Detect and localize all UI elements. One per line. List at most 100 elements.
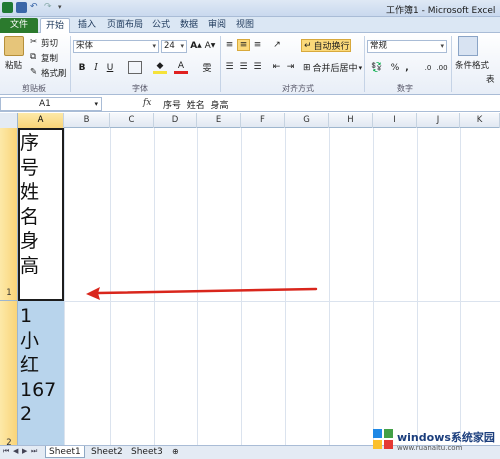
formula-input[interactable]: 序号 姓名 身高 <box>163 98 228 111</box>
cell-line: 身 <box>20 230 40 252</box>
format-painter-icon[interactable]: ✎ <box>30 67 37 77</box>
column-header-d[interactable]: D <box>154 113 197 128</box>
phonetic-icon[interactable]: 雯 <box>200 61 214 74</box>
cell-line: 号 <box>20 156 40 179</box>
italic-icon[interactable]: I <box>90 61 102 74</box>
gridline <box>329 128 330 445</box>
column-header-c[interactable]: C <box>110 113 154 128</box>
format-painter-button[interactable]: 格式刷 <box>41 67 67 79</box>
column-header-k[interactable]: K <box>460 113 500 128</box>
name-box[interactable]: A1 ▾ <box>0 97 102 111</box>
prev-sheet-icon[interactable]: ◀ <box>13 447 18 455</box>
font-size-value: 24 <box>164 41 175 51</box>
chevron-down-icon[interactable]: ▾ <box>152 41 156 52</box>
spreadsheet-grid: A B C D E F G H I J K 1 2 序 号 姓 名 身 高 1 … <box>0 113 500 445</box>
column-header-a[interactable]: A <box>18 113 64 128</box>
cell-line: 小 <box>20 329 40 352</box>
gridline <box>64 128 65 445</box>
borders-icon[interactable] <box>128 61 142 74</box>
align-middle-icon[interactable]: ≡ <box>237 39 250 51</box>
cut-button[interactable]: 剪切 <box>41 37 58 49</box>
fill-color-icon[interactable]: ◆ <box>153 61 167 74</box>
number-group-label: 数字 <box>397 84 413 93</box>
bold-icon[interactable]: B <box>76 61 88 74</box>
column-header-g[interactable]: G <box>285 113 329 128</box>
font-color-icon[interactable]: A <box>174 61 188 74</box>
cut-icon[interactable]: ✂ <box>30 37 37 47</box>
sheet-tab-1[interactable]: Sheet1 <box>45 446 85 458</box>
comma-style-icon[interactable]: , <box>402 61 412 74</box>
merge-center-button[interactable]: ⊞ 合并后居中 ▾ <box>301 61 364 75</box>
decrease-decimal-icon[interactable]: .00 <box>436 61 448 74</box>
conditional-format-button[interactable]: 条件格式 <box>455 59 489 71</box>
column-header-h[interactable]: H <box>329 113 373 128</box>
format-as-table-button[interactable]: 表 <box>486 73 495 85</box>
align-left-icon[interactable]: ☰ <box>223 61 236 73</box>
row-header-1[interactable]: 1 <box>0 128 18 301</box>
tab-review[interactable]: 审阅 <box>206 18 228 33</box>
column-header-j[interactable]: J <box>417 113 460 128</box>
column-header-e[interactable]: E <box>197 113 241 128</box>
gridline <box>373 128 374 445</box>
chevron-down-icon[interactable]: ▾ <box>94 98 98 110</box>
tab-home[interactable]: 开始 <box>40 18 70 33</box>
conditional-format-icon[interactable] <box>458 36 478 56</box>
save-icon[interactable] <box>16 2 27 13</box>
column-header-b[interactable]: B <box>64 113 110 128</box>
cell-line: 红 <box>20 354 40 376</box>
align-top-icon[interactable]: ≡ <box>223 39 236 51</box>
sheet-tab-3[interactable]: Sheet3 <box>128 446 166 458</box>
select-all-corner[interactable] <box>0 113 18 128</box>
font-group-label: 字体 <box>132 84 148 93</box>
last-sheet-icon[interactable]: ⏭ <box>31 447 37 456</box>
tab-view[interactable]: 视图 <box>234 18 256 33</box>
next-sheet-icon[interactable]: ▶ <box>22 447 27 455</box>
merge-center-label: 合并后居中 <box>312 64 358 74</box>
chevron-down-icon[interactable]: ▾ <box>440 41 444 52</box>
sheet-tab-2[interactable]: Sheet2 <box>88 446 126 458</box>
shrink-font-icon[interactable]: A ▼ <box>204 39 216 52</box>
tab-formulas[interactable]: 公式 <box>150 18 172 33</box>
tab-page-layout[interactable]: 页面布局 <box>104 18 146 33</box>
font-name-combo[interactable]: 宋体 ▾ <box>73 40 159 53</box>
align-bottom-icon[interactable]: ≡ <box>251 39 264 51</box>
customize-qat-icon[interactable]: ▾ <box>58 2 69 13</box>
paste-button[interactable]: 粘贴 <box>5 59 22 71</box>
group-divider <box>220 36 221 92</box>
copy-button[interactable]: 复制 <box>41 52 58 64</box>
cell-line: 167 <box>20 378 57 401</box>
undo-icon[interactable]: ↶ <box>30 2 41 13</box>
increase-indent-icon[interactable]: ⇥ <box>284 61 297 73</box>
row-header-2[interactable]: 2 <box>0 301 18 445</box>
underline-icon[interactable]: U <box>104 61 116 74</box>
tab-file[interactable]: 文件 <box>0 18 38 33</box>
wrap-text-button[interactable]: ↵ 自动换行 <box>301 39 351 52</box>
orientation-icon[interactable]: ↗ <box>270 39 284 51</box>
font-size-combo[interactable]: 24 ▾ <box>161 40 187 53</box>
increase-decimal-icon[interactable]: .0 <box>422 61 434 74</box>
tab-data[interactable]: 数据 <box>178 18 200 33</box>
copy-icon[interactable]: ⧉ <box>30 52 36 62</box>
redo-icon[interactable]: ↷ <box>44 2 55 13</box>
column-header-f[interactable]: F <box>241 113 285 128</box>
ribbon: 粘贴 ✂ 剪切 ⧉ 复制 ✎ 格式刷 剪贴板 宋体 ▾ 24 ▾ A ▲ A ▼ B… <box>0 33 500 95</box>
align-right-icon[interactable]: ☰ <box>251 61 264 73</box>
chevron-down-icon[interactable]: ▾ <box>180 41 184 52</box>
align-center-icon[interactable]: ☰ <box>237 61 250 73</box>
gridline <box>417 128 418 445</box>
grow-font-icon[interactable]: A ▲ <box>190 39 202 52</box>
tab-insert[interactable]: 插入 <box>76 18 98 33</box>
ribbon-tabs: 文件 开始 插入 页面布局 公式 数据 审阅 视图 <box>0 17 500 33</box>
first-sheet-icon[interactable]: ⏮ <box>3 447 9 456</box>
decrease-indent-icon[interactable]: ⇤ <box>270 61 283 73</box>
title-bar: ↶ ↷ ▾ 工作簿1 - Microsoft Excel <box>0 0 500 17</box>
insert-sheet-icon[interactable]: ⊕ <box>169 446 182 458</box>
column-header-i[interactable]: I <box>373 113 417 128</box>
insert-function-icon[interactable]: fx <box>143 98 151 108</box>
formula-bar: A1 ▾ fx 序号 姓名 身高 <box>0 96 500 112</box>
merge-center-icon: ⊞ <box>303 62 311 73</box>
percent-icon[interactable]: % <box>390 61 400 74</box>
accounting-format-icon[interactable]: 💱 <box>369 61 385 74</box>
number-format-combo[interactable]: 常规 ▾ <box>367 40 447 53</box>
paste-icon[interactable] <box>4 36 24 56</box>
